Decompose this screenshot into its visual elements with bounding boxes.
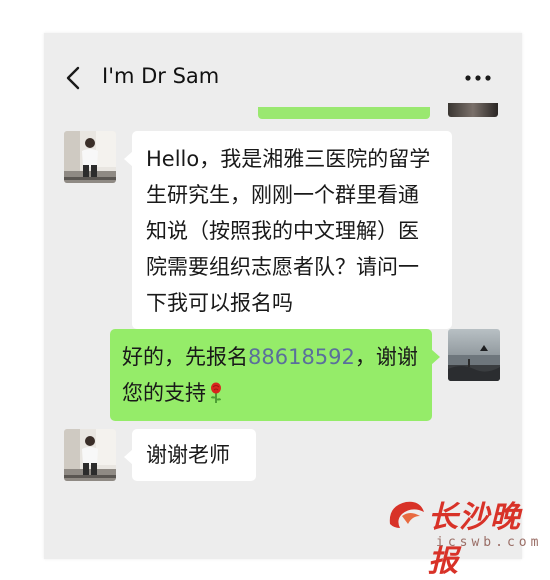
rose-emoji-icon [211,382,221,403]
chevron-left-icon[interactable] [62,63,86,93]
chat-title: I'm Dr Sam [102,64,220,88]
message-text: Hello，我是湘雅三医院的留学生研究生，刚刚一个群里看通知说（按照我的中文理解… [146,147,431,315]
previous-message-bubble [258,107,430,119]
outgoing-message-bubble[interactable]: 好的，先报名88618592，谢谢您的支持 [110,329,440,421]
message-text: 谢谢老师 [146,443,230,467]
phone-number-link[interactable]: 88618592 [248,345,355,369]
my-avatar[interactable] [448,329,500,381]
contact-avatar[interactable] [64,429,116,481]
chat-window: I'm Dr Sam Hello，我是湘雅三医院的留学生研究生，刚刚一个群里看通… [44,33,522,559]
newspaper-watermark: 长沙晚报 icswb.com [380,488,550,579]
previous-message-avatar [448,103,498,117]
contact-avatar[interactable] [64,131,116,183]
more-dots-icon[interactable] [460,68,496,88]
incoming-message-bubble[interactable]: Hello，我是湘雅三医院的留学生研究生，刚刚一个群里看通知说（按照我的中文理解… [124,131,452,329]
newspaper-logo-icon [389,501,424,528]
watermark-url: icswb.com [436,535,543,550]
message-text: 好的，先报名 [122,345,248,369]
incoming-message-bubble[interactable]: 谢谢老师 [124,429,256,481]
